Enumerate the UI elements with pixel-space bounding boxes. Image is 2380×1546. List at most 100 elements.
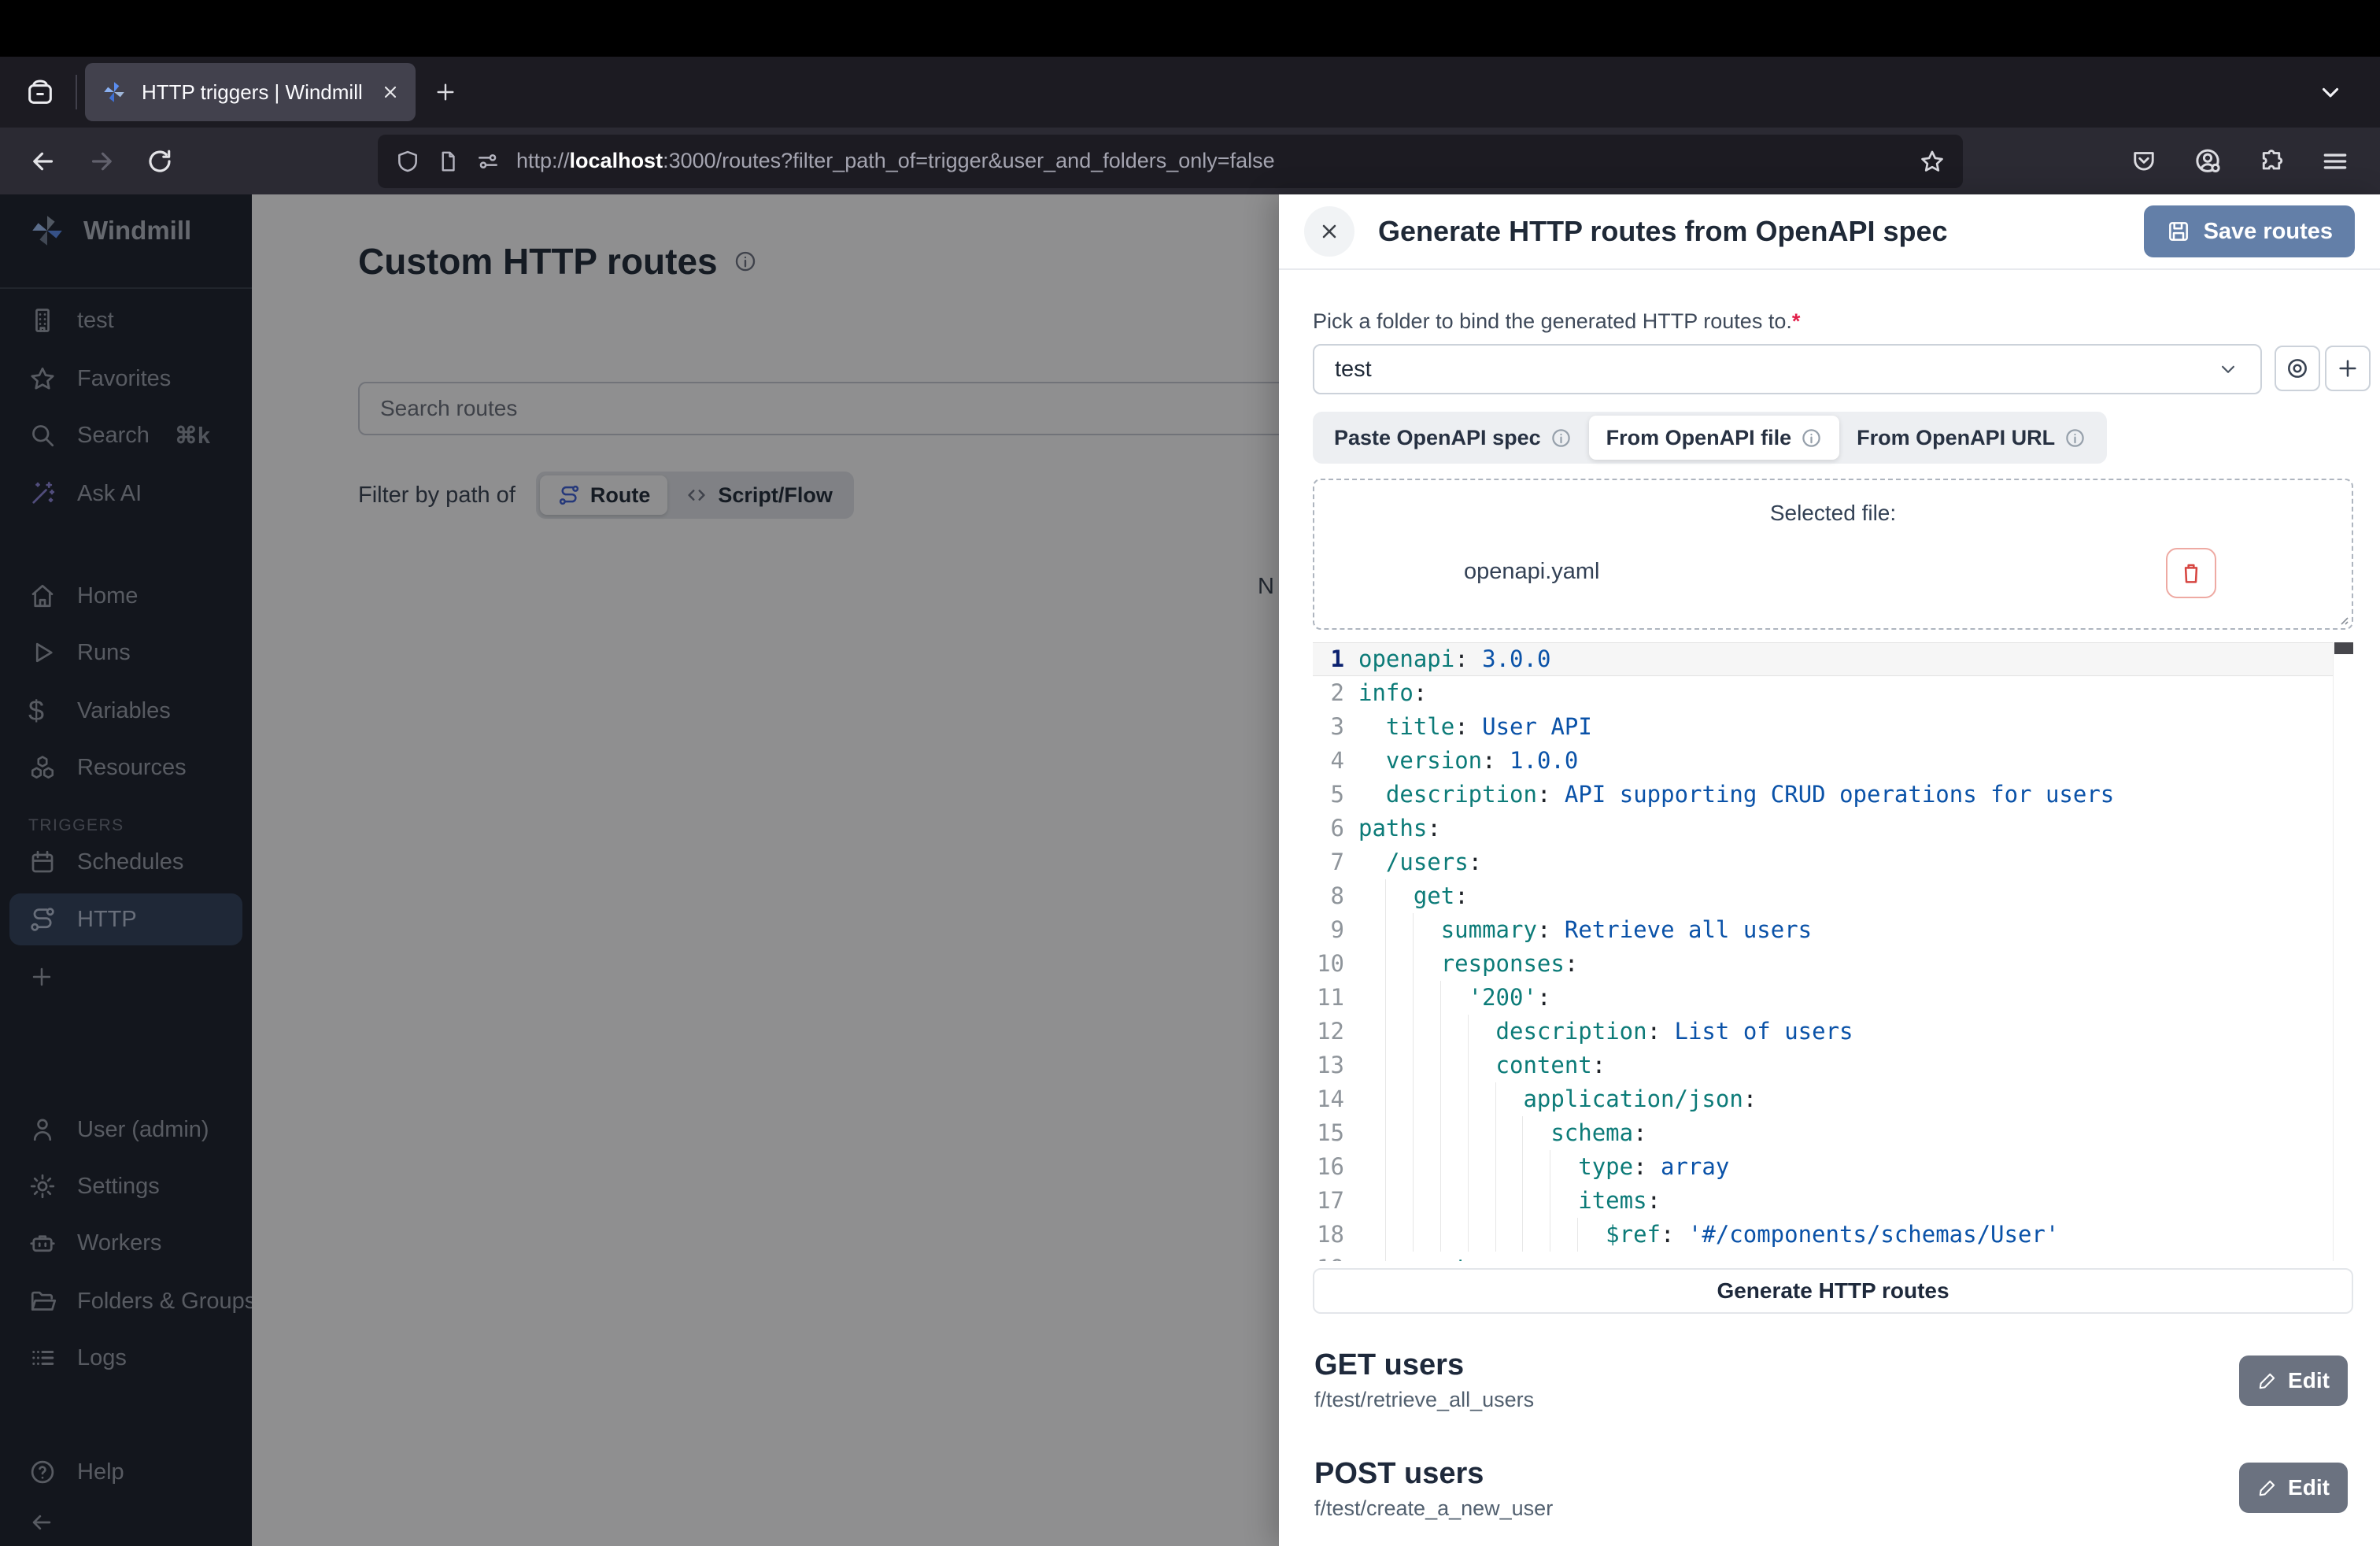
code-token: paths: [1358, 812, 1427, 845]
code-line[interactable]: 12description: List of users: [1313, 1015, 2333, 1049]
resize-handle-icon[interactable]: [2337, 613, 2349, 626]
line-number: 9: [1313, 913, 1344, 947]
save-icon: [2166, 219, 2191, 244]
indent-guide: [1414, 1015, 1441, 1049]
pocket-icon[interactable]: [2130, 147, 2158, 176]
browser-tab[interactable]: HTTP triggers | Windmill: [85, 63, 416, 121]
code-token: application/json: [1523, 1082, 1743, 1116]
code-token: get: [1414, 879, 1454, 913]
indent-guide: [1386, 1082, 1414, 1116]
folder-input[interactable]: [1335, 357, 2216, 383]
indent-guide: [1414, 981, 1441, 1015]
indent-guide: [1496, 1150, 1524, 1184]
page-icon[interactable]: [436, 150, 460, 173]
line-number: 13: [1313, 1049, 1344, 1082]
code-line[interactable]: 3title: User API: [1313, 710, 2333, 744]
code-line[interactable]: 10responses:: [1313, 947, 2333, 981]
url-bar[interactable]: http://localhost:3000/routes?filter_path…: [378, 135, 1963, 188]
indent-guide: [1414, 1150, 1441, 1184]
indent-guide: [1441, 1184, 1469, 1218]
trash-icon: [2179, 560, 2204, 586]
code-line[interactable]: 8get:: [1313, 879, 2333, 913]
tab-from-file[interactable]: From OpenAPI file: [1589, 416, 1840, 460]
tab-from-url[interactable]: From OpenAPI URL: [1839, 416, 2103, 460]
add-folder-button[interactable]: [2325, 346, 2371, 391]
shield-icon[interactable]: [395, 149, 420, 174]
info-icon[interactable]: [1801, 427, 1822, 449]
forward-button[interactable]: [77, 137, 126, 186]
code-line[interactable]: 16type: array: [1313, 1150, 2333, 1184]
folder-select[interactable]: [1313, 344, 2262, 394]
drawer-close-button[interactable]: [1304, 206, 1354, 257]
editor-scrollbar-thumb[interactable]: [2334, 642, 2353, 654]
code-line[interactable]: 9summary: Retrieve all users: [1313, 913, 2333, 947]
indent-guide: [1358, 981, 1386, 1015]
tab-separator: [76, 75, 77, 109]
indent-guide: [1496, 1218, 1524, 1252]
code-line[interactable]: 4version: 1.0.0: [1313, 744, 2333, 778]
code-line[interactable]: 2info:: [1313, 676, 2333, 710]
indent-guide: [1469, 1184, 1496, 1218]
code-line[interactable]: 18$ref: '#/components/schemas/User': [1313, 1218, 2333, 1252]
indent-guide: [1386, 1252, 1414, 1261]
reload-button[interactable]: [135, 137, 184, 186]
indent-guide: [1386, 913, 1414, 947]
indent-guide: [1358, 1150, 1386, 1184]
indent-guide: [1386, 1184, 1414, 1218]
edit-route-button[interactable]: Edit: [2239, 1463, 2348, 1513]
tab-paste-spec[interactable]: Paste OpenAPI spec: [1317, 416, 1589, 460]
back-button[interactable]: [19, 137, 68, 186]
code-line[interactable]: 13content:: [1313, 1049, 2333, 1082]
edit-route-button[interactable]: Edit: [2239, 1356, 2348, 1406]
extensions-icon[interactable]: [2257, 147, 2286, 176]
code-token: API supporting CRUD operations for users: [1565, 778, 2114, 812]
code-line[interactable]: 6paths:: [1313, 812, 2333, 845]
code-token: User API: [1482, 710, 1592, 744]
code-line[interactable]: 19post:: [1313, 1252, 2333, 1261]
info-icon[interactable]: [1550, 427, 1572, 449]
generate-routes-button[interactable]: Generate HTTP routes: [1313, 1268, 2353, 1314]
code-line[interactable]: 5description: API supporting CRUD operat…: [1313, 778, 2333, 812]
bookmark-star-icon[interactable]: [1919, 148, 1946, 175]
remove-file-button[interactable]: [2166, 548, 2216, 598]
indent-guide: [1441, 1049, 1469, 1082]
code-line[interactable]: 1openapi: 3.0.0: [1313, 642, 2333, 676]
account-icon[interactable]: [2193, 146, 2223, 176]
indent-guide: [1358, 744, 1386, 778]
firefox-view-button[interactable]: [16, 68, 65, 117]
windmill-favicon-icon: [101, 79, 128, 105]
line-number: 17: [1313, 1184, 1344, 1218]
code-line[interactable]: 7/users:: [1313, 845, 2333, 879]
page-viewport: Windmill test Favorites Search: [0, 194, 2380, 1546]
tab-close-icon[interactable]: [381, 83, 400, 102]
indent-guide: [1523, 1184, 1550, 1218]
code-token: :: [1647, 1184, 1661, 1218]
view-folder-button[interactable]: [2275, 346, 2320, 391]
code-token: 1.0.0: [1510, 744, 1578, 778]
info-icon[interactable]: [2064, 427, 2086, 449]
indent-guide: [1496, 1082, 1524, 1116]
code-line[interactable]: 17items:: [1313, 1184, 2333, 1218]
code-line[interactable]: 14application/json:: [1313, 1082, 2333, 1116]
indent-guide: [1578, 1218, 1606, 1252]
openapi-code-editor[interactable]: 1openapi: 3.0.02info:3title: User API4ve…: [1313, 642, 2353, 1261]
code-line[interactable]: 11'200':: [1313, 981, 2333, 1015]
indent-guide: [1550, 1150, 1578, 1184]
code-line[interactable]: 15schema:: [1313, 1116, 2333, 1150]
save-routes-button[interactable]: Save routes: [2144, 205, 2355, 257]
code-token: :: [1537, 981, 1550, 1015]
file-dropzone[interactable]: Selected file: openapi.yaml: [1313, 479, 2353, 630]
code-token: :: [1592, 1049, 1606, 1082]
indent-guide: [1358, 845, 1386, 879]
tab-label: From OpenAPI URL: [1857, 426, 2055, 450]
line-number: 1: [1313, 642, 1344, 676]
tab-list-chevron-icon[interactable]: [2317, 79, 2344, 105]
indent-guide: [1441, 1218, 1469, 1252]
menu-icon[interactable]: [2320, 146, 2350, 176]
edit-label: Edit: [2288, 1475, 2330, 1500]
new-tab-button[interactable]: [433, 80, 458, 105]
permissions-icon[interactable]: [475, 149, 501, 174]
selected-file-name: openapi.yaml: [1464, 559, 1600, 585]
modal-dim-overlay[interactable]: [0, 194, 1279, 1546]
url-text[interactable]: http://localhost:3000/routes?filter_path…: [516, 149, 1894, 173]
